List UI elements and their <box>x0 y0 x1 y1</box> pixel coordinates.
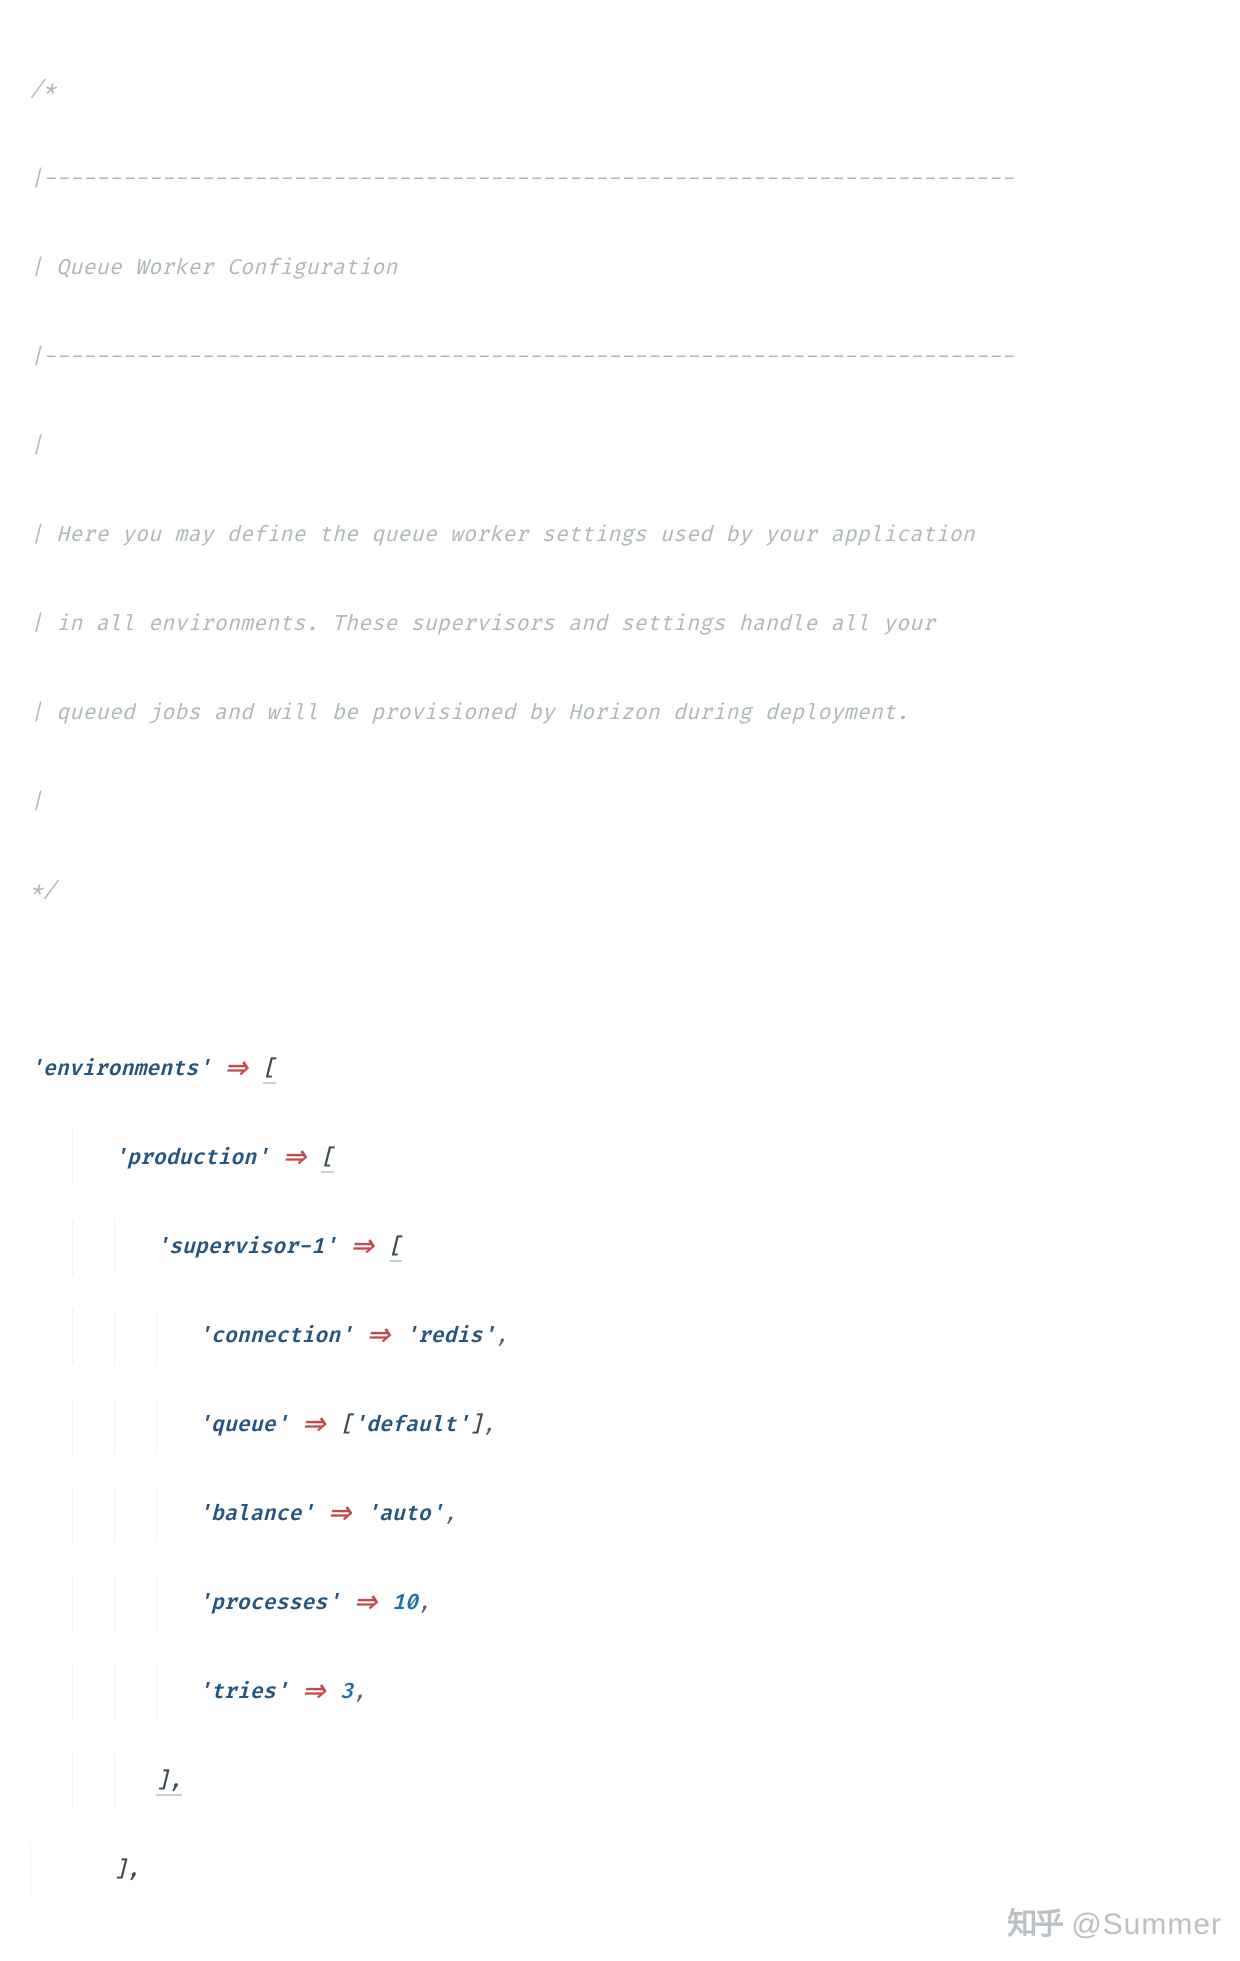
close-supervisor: ], <box>30 1753 1210 1811</box>
comment-open: /* <box>30 62 1210 120</box>
processes-value: 10 <box>392 1591 418 1616</box>
balance-value: 'auto' <box>366 1502 444 1527</box>
production-key: 'production' <box>114 1146 269 1171</box>
close-bracket: ] <box>469 1413 482 1438</box>
production-line: 'production' => [ <box>30 1130 1210 1188</box>
blank-line <box>30 952 1210 1010</box>
connection-key: 'connection' <box>198 1324 353 1349</box>
open-bracket: [ <box>263 1057 276 1082</box>
comment-line-3: | queued jobs and will be provisioned by… <box>30 685 1210 743</box>
comma: , <box>353 1680 366 1705</box>
comment-rule: |---------------------------------------… <box>30 329 1210 387</box>
connection-value: 'redis' <box>405 1324 495 1349</box>
arrow: => <box>327 1502 353 1527</box>
code-block: /* |------------------------------------… <box>30 30 1210 1931</box>
comment-blank: | <box>30 418 1210 476</box>
balance-line: 'balance' => 'auto', <box>30 1486 1210 1544</box>
comma: , <box>495 1324 508 1349</box>
comma: , <box>444 1502 457 1527</box>
comment-blank: | <box>30 774 1210 832</box>
arrow: => <box>353 1591 379 1616</box>
connection-line: 'connection' => 'redis', <box>30 1308 1210 1366</box>
arrow: => <box>282 1146 308 1171</box>
comment-line-2: | in all environments. These supervisors… <box>30 596 1210 654</box>
balance-key: 'balance' <box>198 1502 314 1527</box>
tries-line: 'tries' => 3, <box>30 1664 1210 1722</box>
close-bracket: ], <box>156 1769 182 1794</box>
arrow: => <box>366 1324 392 1349</box>
open-bracket: [ <box>340 1413 353 1438</box>
comment-rule: |---------------------------------------… <box>30 151 1210 209</box>
open-bracket: [ <box>389 1235 402 1260</box>
arrow: => <box>224 1057 250 1082</box>
arrow: => <box>301 1680 327 1705</box>
comma: , <box>482 1413 495 1438</box>
queue-value: 'default' <box>353 1413 469 1438</box>
processes-key: 'processes' <box>198 1591 340 1616</box>
close-bracket: ], <box>114 1858 140 1883</box>
watermark: 知乎 @Summer <box>1007 1902 1222 1947</box>
supervisor-key: 'supervisor-1' <box>156 1235 337 1260</box>
queue-key: 'queue' <box>198 1413 288 1438</box>
queue-line: 'queue' => ['default'], <box>30 1397 1210 1455</box>
comment-line-1: | Here you may define the queue worker s… <box>30 507 1210 565</box>
arrow: => <box>350 1235 376 1260</box>
open-bracket: [ <box>321 1146 334 1171</box>
comma: , <box>418 1591 431 1616</box>
environments-key: 'environments' <box>30 1057 211 1082</box>
watermark-logo: 知乎 <box>1007 1902 1061 1947</box>
watermark-handle: @Summer <box>1071 1902 1222 1947</box>
environments-line: 'environments' => [ <box>30 1041 1210 1099</box>
close-production: ], <box>30 1842 1210 1900</box>
tries-value: 3 <box>340 1680 353 1705</box>
comment-title: | Queue Worker Configuration <box>30 240 1210 298</box>
arrow: => <box>301 1413 327 1438</box>
supervisor-line: 'supervisor-1' => [ <box>30 1219 1210 1277</box>
comment-close: */ <box>30 863 1210 921</box>
tries-key: 'tries' <box>198 1680 288 1705</box>
processes-line: 'processes' => 10, <box>30 1575 1210 1633</box>
